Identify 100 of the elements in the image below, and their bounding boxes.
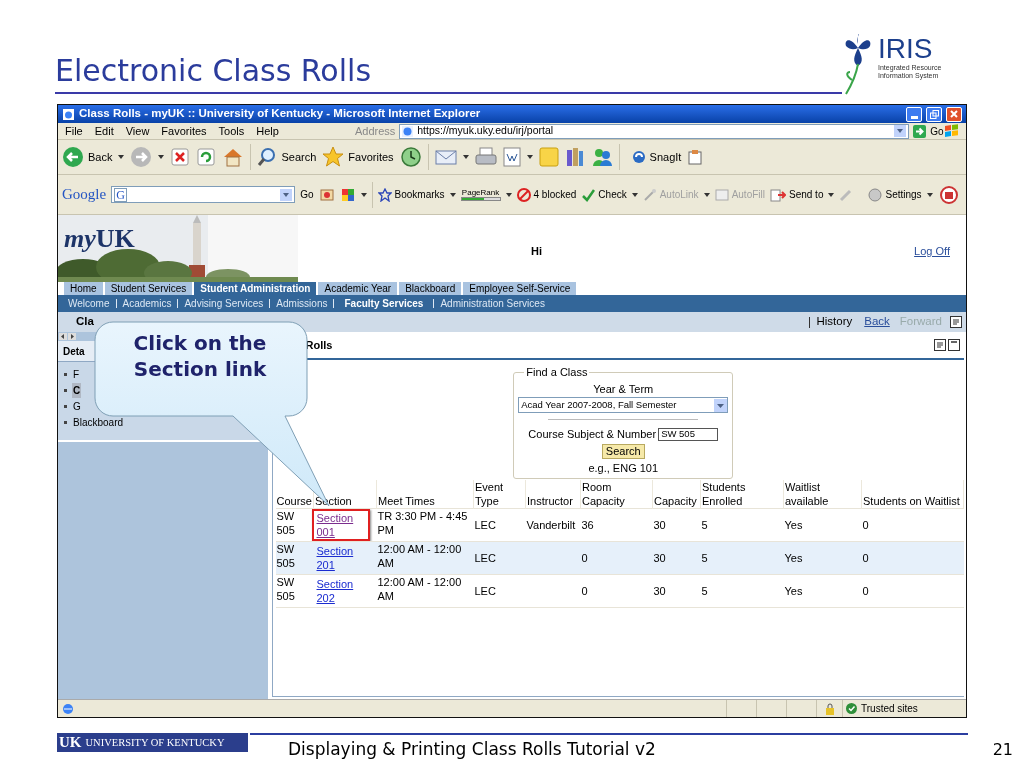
column-header: Room Capacity <box>580 480 653 509</box>
go-button[interactable]: Go <box>300 187 314 202</box>
minimize-button[interactable] <box>906 106 922 122</box>
back-link[interactable]: Back <box>864 313 890 331</box>
search-button[interactable]: Search <box>257 147 317 167</box>
address-field[interactable]: https://myuk.uky.edu/irj/portal <box>399 123 910 139</box>
scroll-arrows-icon[interactable] <box>59 333 77 340</box>
favorites-button[interactable]: Favorites <box>322 146 394 168</box>
subnav-link[interactable]: Admissions <box>276 296 328 311</box>
puzzle-icon[interactable] <box>339 186 356 203</box>
caret-icon[interactable] <box>462 155 469 159</box>
portal-tab[interactable]: Employee Self-Service <box>463 282 577 295</box>
refresh-icon[interactable] <box>196 147 217 167</box>
spellcheck-icon <box>581 187 596 202</box>
portal-tab[interactable]: Home <box>64 282 103 295</box>
log-off-link[interactable]: Log Off <box>914 243 950 260</box>
nav-item[interactable]: C <box>72 383 82 398</box>
menu-item[interactable]: Tools <box>218 122 245 140</box>
slide-title: Electronic Class Rolls <box>55 54 373 88</box>
menu-item[interactable]: Favorites <box>161 122 207 140</box>
subnav-link[interactable]: Faculty Services <box>340 296 428 311</box>
address-label: Address <box>354 123 396 139</box>
caret-icon[interactable] <box>703 192 710 197</box>
caret-icon[interactable] <box>505 192 512 197</box>
go-button[interactable]: Go <box>913 123 944 139</box>
toolbar-button[interactable]: Check <box>581 187 627 202</box>
window-title: Class Rolls - myUK :: University of Kentucky - Microsoft Internet Explorer <box>79 106 482 122</box>
bookmarks-button[interactable]: Bookmarks <box>377 187 445 202</box>
history-menu[interactable]: History <box>816 313 853 331</box>
toolbar-button[interactable]: Send to <box>770 187 824 202</box>
nav-item[interactable]: F <box>72 367 81 382</box>
table-cell: 30 <box>652 508 701 542</box>
menu-item[interactable]: Edit <box>94 122 114 140</box>
course-input[interactable]: SW 505 <box>658 427 719 441</box>
menu-item[interactable]: Help <box>256 122 279 140</box>
zone-text: Trusted sites <box>861 702 918 716</box>
column-header: Students Enrolled <box>700 480 784 509</box>
caret-icon[interactable] <box>926 192 933 197</box>
toolbar-button[interactable]: 4 blocked <box>516 187 577 202</box>
portal-tab[interactable]: Student Services <box>104 282 193 295</box>
table-cell: 0 <box>580 541 653 575</box>
table-cell: 5 <box>700 508 784 542</box>
document-icon[interactable] <box>502 147 521 167</box>
nav-item[interactable]: G <box>72 399 82 414</box>
search-button[interactable]: Search <box>601 443 645 459</box>
minimize-icon[interactable] <box>948 339 960 351</box>
bullet <box>64 373 67 376</box>
caret-icon[interactable] <box>631 192 638 197</box>
star-icon <box>377 187 392 202</box>
history-icon[interactable] <box>399 146 422 168</box>
settings-button[interactable]: Settings <box>868 187 922 202</box>
portal-tab[interactable]: Student Administration <box>194 282 317 295</box>
term-select[interactable]: Acad Year 2007-2008, Fall Semester <box>518 397 729 413</box>
nav-item[interactable]: Blackboard <box>72 415 125 430</box>
callout-text: Click on the Section link <box>132 330 268 382</box>
close-button[interactable] <box>946 106 962 122</box>
pdf-icon[interactable] <box>940 185 958 204</box>
menu-item[interactable]: File <box>65 122 83 140</box>
settings-icon <box>868 187 883 202</box>
section-link[interactable]: Section 001 <box>311 509 370 541</box>
caret-icon[interactable] <box>449 192 456 197</box>
subnav-link[interactable]: Welcome <box>68 296 110 311</box>
people-icon[interactable] <box>590 147 613 167</box>
portal-tab[interactable]: Blackboard <box>399 282 462 295</box>
caret-icon[interactable] <box>118 155 125 159</box>
clipboard-icon[interactable] <box>687 149 704 165</box>
stop-icon[interactable] <box>170 147 191 167</box>
table-cell: 12:00 AM - 12:00 AM <box>376 541 474 575</box>
caret-icon[interactable] <box>158 155 165 159</box>
options-icon[interactable] <box>950 316 962 328</box>
google-search-field[interactable]: G <box>111 186 296 203</box>
maximize-button[interactable] <box>926 106 942 122</box>
subnav-link[interactable]: Administration Services <box>440 296 545 311</box>
column-header: Students on Waitlist <box>861 480 964 509</box>
column-header: Instructor <box>525 480 581 509</box>
menu-item[interactable]: View <box>125 122 150 140</box>
subnav-link[interactable]: Advising Services <box>184 296 264 311</box>
section-link[interactable]: Section 202 <box>311 575 370 607</box>
windows-flag-icon <box>943 124 958 138</box>
printer-icon[interactable] <box>474 147 497 167</box>
caret-icon[interactable] <box>526 155 533 159</box>
send-icon <box>770 187 786 202</box>
table-cell: 0 <box>580 574 653 608</box>
caret-icon[interactable] <box>360 192 367 197</box>
go-arrow-icon <box>913 124 927 138</box>
table-cell: LEC <box>473 541 526 575</box>
caret-icon[interactable] <box>828 192 835 197</box>
pagerank-label: PageRank <box>461 188 500 197</box>
snagit-button[interactable]: SnagIt <box>631 148 682 166</box>
options-icon[interactable] <box>934 339 946 351</box>
bullet <box>64 421 67 424</box>
table-cell: Yes <box>783 574 862 608</box>
books-icon[interactable] <box>564 147 585 167</box>
snagit-icon <box>631 150 646 164</box>
address-text: https://myuk.uky.edu/irj/portal <box>417 123 555 139</box>
portal-tab[interactable]: Academic Year <box>318 282 398 295</box>
bookmark-icon[interactable] <box>318 187 335 202</box>
back-button[interactable]: Back <box>62 146 113 168</box>
subnav-link[interactable]: Academics <box>122 296 172 311</box>
footer-logo: UK UNIVERSITY OF KENTUCKY <box>57 733 248 752</box>
